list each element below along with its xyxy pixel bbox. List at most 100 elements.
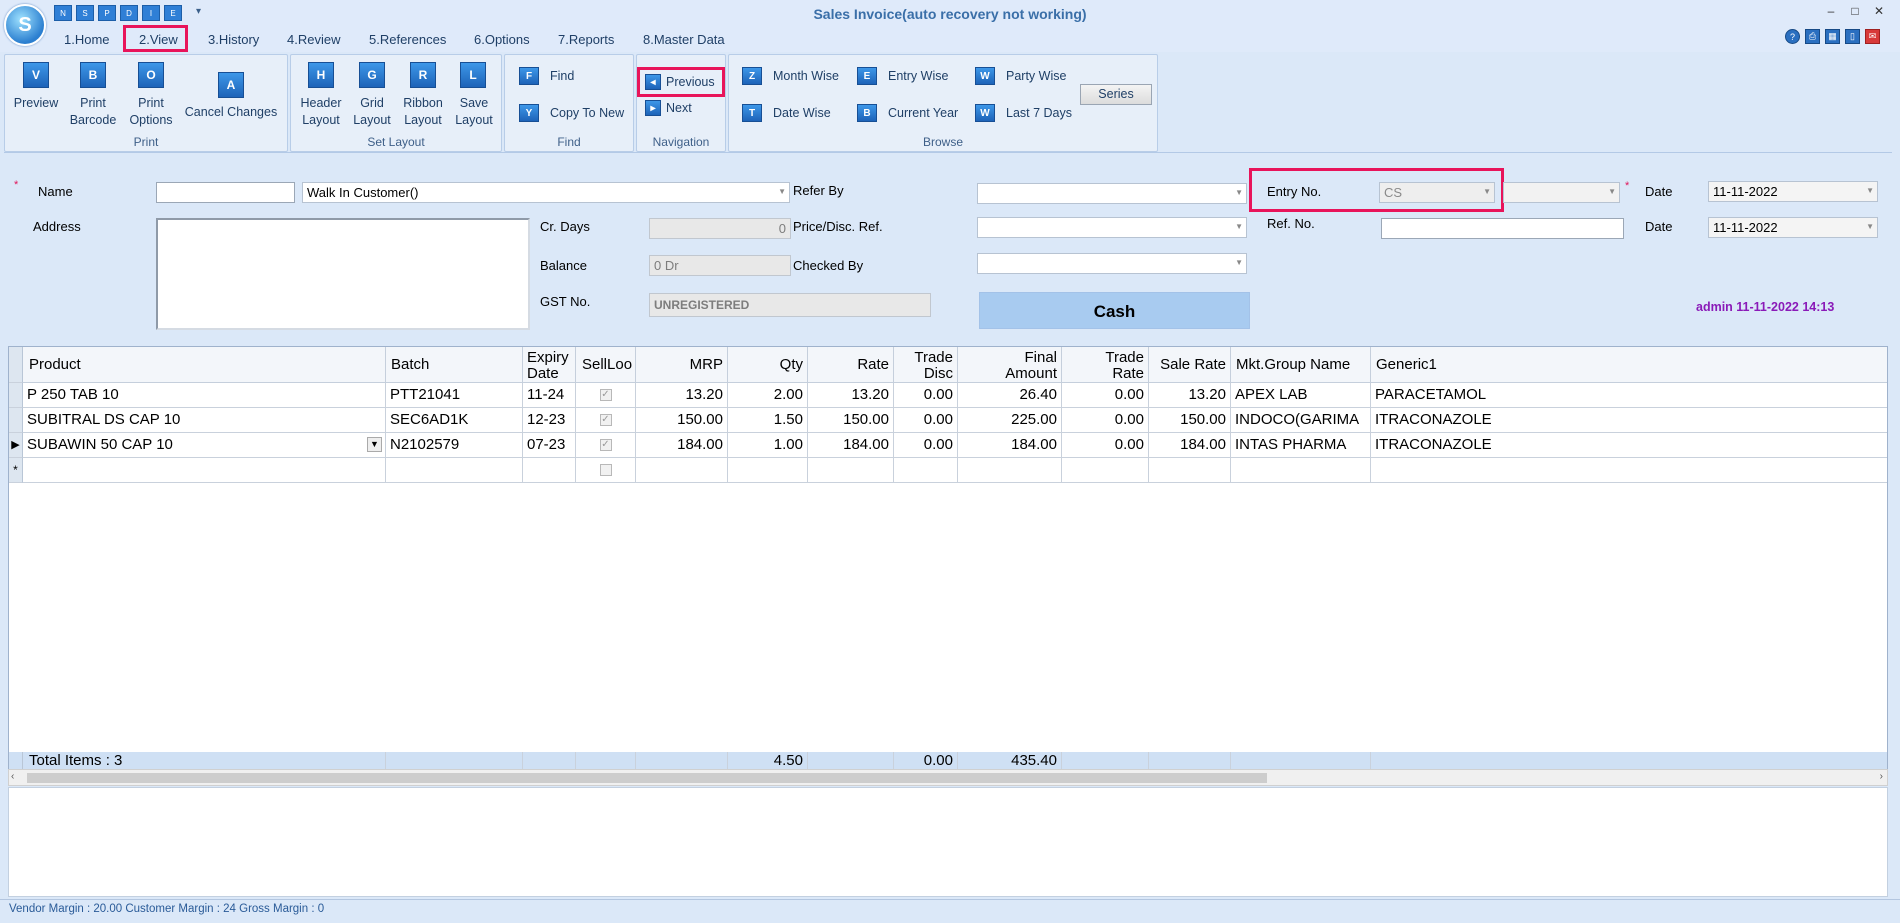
- party-wise-icon[interactable]: W: [975, 67, 995, 85]
- series-button[interactable]: Series: [1080, 84, 1152, 105]
- cr-days-field[interactable]: 0: [649, 218, 791, 239]
- scrollbar-thumb[interactable]: [27, 773, 1267, 783]
- col-header-rate[interactable]: Rate: [808, 347, 894, 383]
- tab-review[interactable]: 4.Review: [287, 32, 340, 47]
- entry-no-combo[interactable]: ▼: [1503, 182, 1620, 203]
- cell-expiry[interactable]: 07-23: [523, 433, 576, 458]
- date-picker[interactable]: 11-11-2022 ▼: [1708, 181, 1878, 202]
- refer-by-combo[interactable]: ▼: [977, 183, 1247, 204]
- checked-by-combo[interactable]: ▼: [977, 253, 1247, 274]
- current-row-indicator-icon[interactable]: ▶: [9, 433, 23, 458]
- cell-expiry[interactable]: 12-23: [523, 408, 576, 433]
- tab-references[interactable]: 5.References: [369, 32, 446, 47]
- cell-qty[interactable]: 1.50: [728, 408, 808, 433]
- price-disc-ref-combo[interactable]: ▼: [977, 217, 1247, 238]
- ref-no-input[interactable]: [1381, 218, 1624, 239]
- chevron-down-icon[interactable]: ▼: [778, 187, 786, 196]
- cell-sale-rate[interactable]: 150.00: [1149, 408, 1231, 433]
- cell-product[interactable]: P 250 TAB 10: [23, 383, 386, 408]
- entry-no-series-combo[interactable]: CS ▼: [1379, 182, 1495, 203]
- cell-trade-rate[interactable]: 0.00: [1062, 433, 1149, 458]
- cell-sellloo[interactable]: ✓: [576, 433, 636, 458]
- cell-generic1[interactable]: ITRACONAZOLE: [1371, 408, 1887, 433]
- tab-home[interactable]: 1.Home: [64, 32, 110, 47]
- chevron-down-icon[interactable]: ▼: [1608, 187, 1616, 196]
- chevron-down-icon[interactable]: ▼: [1235, 188, 1243, 197]
- cell-sale-rate[interactable]: 184.00: [1149, 433, 1231, 458]
- tab-history[interactable]: 3.History: [208, 32, 259, 47]
- cell-qty[interactable]: 2.00: [728, 383, 808, 408]
- cell-batch[interactable]: PTT21041: [386, 383, 523, 408]
- calculator-icon[interactable]: ▦: [1825, 29, 1840, 44]
- horizontal-scrollbar[interactable]: ‹ ›: [8, 769, 1888, 786]
- row-header[interactable]: [9, 383, 23, 408]
- new-cell-trade-disc[interactable]: [894, 458, 958, 483]
- cell-mrp[interactable]: 150.00: [636, 408, 728, 433]
- cell-mkt-group[interactable]: INTAS PHARMA: [1231, 433, 1371, 458]
- cell-mkt-group[interactable]: APEX LAB: [1231, 383, 1371, 408]
- new-cell-product[interactable]: [23, 458, 386, 483]
- cell-trade-rate[interactable]: 0.00: [1062, 383, 1149, 408]
- cell-qty[interactable]: 1.00: [728, 433, 808, 458]
- col-header-trade-disc[interactable]: Trade Disc: [894, 347, 958, 383]
- next-button[interactable]: Next: [666, 101, 692, 115]
- col-header-trade-rate[interactable]: Trade Rate: [1062, 347, 1149, 383]
- ref-date-picker[interactable]: 11-11-2022 ▼: [1708, 217, 1878, 238]
- party-wise-button[interactable]: Party Wise: [1006, 69, 1066, 83]
- cell-rate[interactable]: 150.00: [808, 408, 894, 433]
- cell-mrp[interactable]: 184.00: [636, 433, 728, 458]
- address-textarea[interactable]: [156, 218, 530, 330]
- print-barcode-icon[interactable]: B: [80, 62, 106, 88]
- new-cell-rate[interactable]: [808, 458, 894, 483]
- save-layout-button[interactable]: Save Layout: [450, 95, 498, 129]
- ribbon-layout-button[interactable]: Ribbon Layout: [398, 95, 448, 129]
- cell-batch[interactable]: N2102579: [386, 433, 523, 458]
- find-icon[interactable]: F: [519, 67, 539, 85]
- date-wise-button[interactable]: Date Wise: [773, 106, 831, 120]
- new-row-icon[interactable]: *: [9, 458, 23, 483]
- col-header-batch[interactable]: Batch: [386, 347, 523, 383]
- close-icon[interactable]: ✕: [1870, 4, 1888, 20]
- col-header-sale-rate[interactable]: Sale Rate: [1149, 347, 1231, 383]
- copy-to-new-icon[interactable]: Y: [519, 104, 539, 122]
- minimize-icon[interactable]: –: [1822, 4, 1840, 20]
- sellloo-checkbox[interactable]: ✓: [599, 439, 612, 452]
- preview-button[interactable]: Preview: [10, 95, 62, 112]
- cell-generic1[interactable]: ITRACONAZOLE: [1371, 433, 1887, 458]
- copy-to-new-button[interactable]: Copy To New: [550, 106, 624, 120]
- new-cell-mrp[interactable]: [636, 458, 728, 483]
- new-cell-qty[interactable]: [728, 458, 808, 483]
- scroll-left-icon[interactable]: ‹: [11, 771, 14, 782]
- tab-options[interactable]: 6.Options: [474, 32, 530, 47]
- help-icon[interactable]: ?: [1785, 29, 1800, 44]
- month-wise-button[interactable]: Month Wise: [773, 69, 839, 83]
- cell-trade-disc[interactable]: 0.00: [894, 408, 958, 433]
- cell-product[interactable]: SUBITRAL DS CAP 10: [23, 408, 386, 433]
- cell-generic1[interactable]: PARACETAMOL: [1371, 383, 1887, 408]
- cell-final-amount[interactable]: 26.40: [958, 383, 1062, 408]
- grid-layout-icon[interactable]: G: [359, 62, 385, 88]
- cell-mkt-group[interactable]: INDOCO(GARIMA: [1231, 408, 1371, 433]
- cell-final-amount[interactable]: 184.00: [958, 433, 1062, 458]
- chevron-down-icon[interactable]: ▼: [1235, 258, 1243, 267]
- tab-master-data[interactable]: 8.Master Data: [643, 32, 725, 47]
- cell-product[interactable]: SUBAWIN 50 CAP 10 ▼: [23, 433, 386, 458]
- new-cell-expiry[interactable]: [523, 458, 576, 483]
- current-year-icon[interactable]: B: [857, 104, 877, 122]
- cell-trade-disc[interactable]: 0.00: [894, 433, 958, 458]
- entry-wise-icon[interactable]: E: [857, 67, 877, 85]
- cancel-changes-button[interactable]: Cancel Changes: [183, 104, 279, 121]
- current-year-button[interactable]: Current Year: [888, 106, 958, 120]
- new-cell-generic1[interactable]: [1371, 458, 1887, 483]
- new-cell-batch[interactable]: [386, 458, 523, 483]
- previous-icon[interactable]: ◂: [645, 74, 661, 90]
- new-cell-trade-rate[interactable]: [1062, 458, 1149, 483]
- cell-expiry[interactable]: 11-24: [523, 383, 576, 408]
- tab-view[interactable]: 2.View: [139, 32, 178, 47]
- header-layout-button[interactable]: Header Layout: [296, 95, 346, 129]
- header-layout-icon[interactable]: H: [308, 62, 334, 88]
- name-code-input[interactable]: [156, 182, 295, 203]
- cell-trade-disc[interactable]: 0.00: [894, 383, 958, 408]
- chevron-down-icon[interactable]: ▼: [1483, 187, 1491, 196]
- cell-final-amount[interactable]: 225.00: [958, 408, 1062, 433]
